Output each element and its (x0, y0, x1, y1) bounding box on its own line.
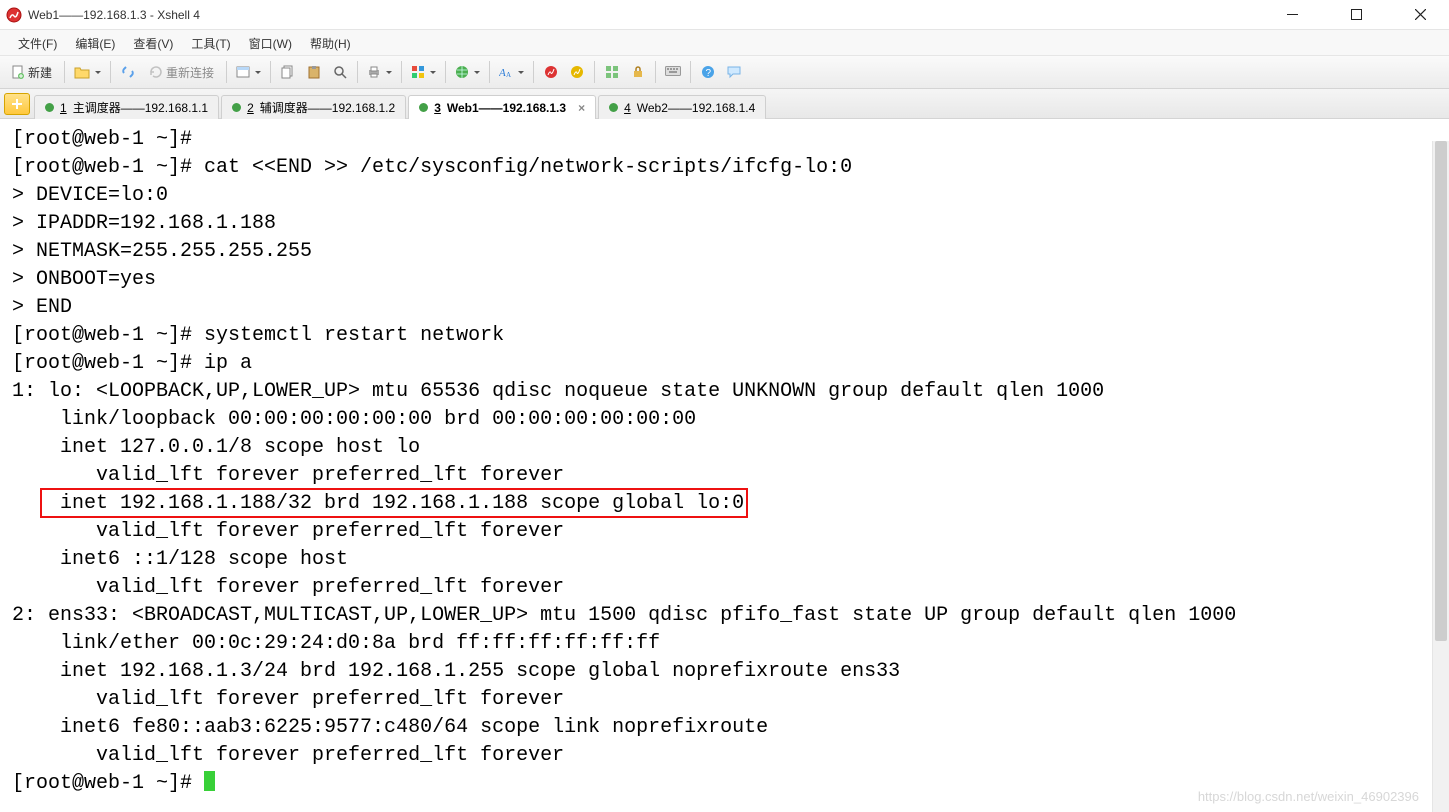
terminal-line: > END (12, 294, 1437, 322)
chat-button[interactable] (722, 60, 746, 84)
menu-help[interactable]: 帮助(H) (302, 33, 359, 54)
paste-button[interactable] (302, 60, 326, 84)
reconnect-label: 重新连接 (166, 64, 214, 81)
connection-status-icon (419, 103, 428, 112)
script-button-2[interactable] (565, 60, 589, 84)
toolbar-separator (594, 61, 595, 83)
new-session-button[interactable]: 新建 (4, 60, 59, 84)
tab-number: 1 (60, 101, 67, 115)
terminal-line: > IPADDR=192.168.1.188 (12, 210, 1437, 238)
menu-bar: 文件(F) 编辑(E) 查看(V) 工具(T) 窗口(W) 帮助(H) (0, 30, 1449, 56)
terminal-line: > NETMASK=255.255.255.255 (12, 238, 1437, 266)
terminal-line: valid_lft forever preferred_lft forever (12, 686, 1437, 714)
tab-bar: 1 主调度器——192.168.1.12 辅调度器——192.168.1.23 … (0, 89, 1449, 119)
properties-button[interactable] (232, 60, 265, 84)
svg-text:?: ? (706, 68, 712, 79)
menu-edit[interactable]: 编辑(E) (67, 33, 123, 54)
print-button[interactable] (363, 60, 396, 84)
window-titlebar: Web1——192.168.1.3 - Xshell 4 (0, 0, 1449, 30)
terminal-line: inet6 ::1/128 scope host (12, 546, 1437, 574)
menu-view[interactable]: 查看(V) (125, 33, 181, 54)
link-button[interactable] (116, 60, 140, 84)
toolbar-separator (401, 61, 402, 83)
tab-close-button[interactable]: × (578, 101, 585, 115)
terminal-line: valid_lft forever preferred_lft forever (12, 574, 1437, 602)
terminal-line: inet 192.168.1.188/32 brd 192.168.1.188 … (12, 490, 1437, 518)
menu-window[interactable]: 窗口(W) (241, 33, 300, 54)
terminal-line: link/ether 00:0c:29:24:d0:8a brd ff:ff:f… (12, 630, 1437, 658)
web-button[interactable] (451, 60, 484, 84)
connection-status-icon (45, 103, 54, 112)
app-icon (6, 7, 22, 23)
terminal-line: inet 192.168.1.3/24 brd 192.168.1.255 sc… (12, 658, 1437, 686)
watermark-text: https://blog.csdn.net/weixin_46902396 (1198, 789, 1419, 804)
copy-button[interactable] (276, 60, 300, 84)
session-tab-2[interactable]: 2 辅调度器——192.168.1.2 (221, 95, 406, 119)
help-button[interactable]: ? (696, 60, 720, 84)
terminal-line: [root@web-1 ~]# ip a (12, 350, 1437, 378)
keyboard-button[interactable] (661, 60, 685, 84)
menu-file[interactable]: 文件(F) (10, 33, 65, 54)
toolbar-separator (489, 61, 490, 83)
vertical-scrollbar[interactable] (1432, 141, 1449, 812)
terminal-line: [root@web-1 ~]# cat <<END >> /etc/syscon… (12, 154, 1437, 182)
new-session-label: 新建 (28, 64, 52, 81)
connection-status-icon (232, 103, 241, 112)
terminal-line: 1: lo: <LOOPBACK,UP,LOWER_UP> mtu 65536 … (12, 378, 1437, 406)
tab-number: 2 (247, 101, 254, 115)
script-button-1[interactable] (539, 60, 563, 84)
font-button[interactable]: AA (495, 60, 528, 84)
terminal-line: link/loopback 00:00:00:00:00:00 brd 00:0… (12, 406, 1437, 434)
tab-label: Web1——192.168.1.3 (447, 101, 566, 115)
toolbar-separator (445, 61, 446, 83)
add-tab-button[interactable] (4, 93, 30, 115)
toolbar-separator (226, 61, 227, 83)
close-button[interactable] (1397, 0, 1443, 30)
toolbar-separator (533, 61, 534, 83)
terminal-line: > ONBOOT=yes (12, 266, 1437, 294)
lock-button[interactable] (626, 60, 650, 84)
minimize-button[interactable] (1269, 0, 1315, 30)
svg-text:A: A (506, 71, 511, 79)
open-folder-button[interactable] (70, 60, 105, 84)
window-title: Web1——192.168.1.3 - Xshell 4 (28, 8, 1269, 22)
terminal-line: valid_lft forever preferred_lft forever (12, 462, 1437, 490)
tab-label: 辅调度器——192.168.1.2 (260, 99, 395, 116)
reconnect-button[interactable]: 重新连接 (142, 60, 221, 84)
session-tab-1[interactable]: 1 主调度器——192.168.1.1 (34, 95, 219, 119)
toolbar-separator (110, 61, 111, 83)
svg-text:A: A (499, 67, 506, 79)
toolbar-separator (690, 61, 691, 83)
maximize-button[interactable] (1333, 0, 1379, 30)
session-tab-3[interactable]: 3 Web1——192.168.1.3 × (408, 95, 596, 119)
terminal-output[interactable]: [root@web-1 ~]#[root@web-1 ~]# cat <<END… (0, 119, 1449, 805)
terminal-line: inet 127.0.0.1/8 scope host lo (12, 434, 1437, 462)
terminal-line: [root@web-1 ~]# systemctl restart networ… (12, 322, 1437, 350)
terminal-line: [root@web-1 ~]# (12, 126, 1437, 154)
terminal-line: inet6 fe80::aab3:6225:9577:c480/64 scope… (12, 714, 1437, 742)
tab-number: 3 (434, 101, 441, 115)
tile-button[interactable] (600, 60, 624, 84)
terminal-line: > DEVICE=lo:0 (12, 182, 1437, 210)
terminal-line: valid_lft forever preferred_lft forever (12, 518, 1437, 546)
search-button[interactable] (328, 60, 352, 84)
tab-label: 主调度器——192.168.1.1 (73, 99, 208, 116)
toolbar-separator (357, 61, 358, 83)
terminal-line: 2: ens33: <BROADCAST,MULTICAST,UP,LOWER_… (12, 602, 1437, 630)
terminal-cursor (204, 771, 215, 791)
scrollbar-thumb[interactable] (1435, 141, 1447, 641)
connection-status-icon (609, 103, 618, 112)
menu-tools[interactable]: 工具(T) (183, 33, 238, 54)
toolbar: 新建 重新连接 AA (0, 56, 1449, 89)
toolbar-separator (64, 61, 65, 83)
color-scheme-button[interactable] (407, 60, 440, 84)
tab-label: Web2——192.168.1.4 (637, 101, 756, 115)
tab-number: 4 (624, 101, 631, 115)
toolbar-separator (270, 61, 271, 83)
toolbar-separator (655, 61, 656, 83)
terminal-line: valid_lft forever preferred_lft forever (12, 742, 1437, 770)
session-tab-4[interactable]: 4 Web2——192.168.1.4 (598, 95, 766, 119)
